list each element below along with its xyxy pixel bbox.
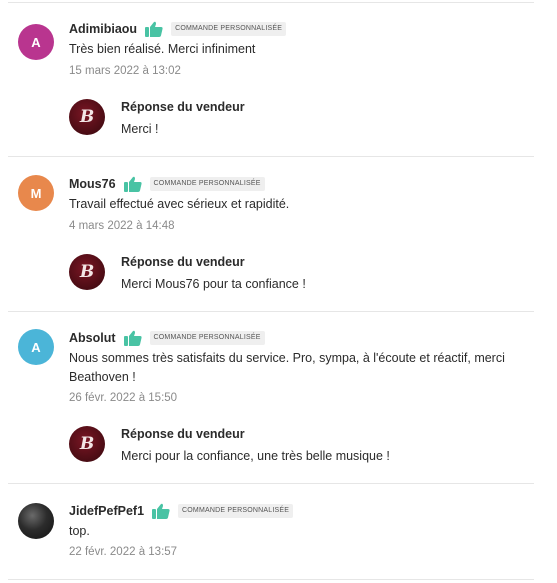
custom-order-badge: COMMANDE PERSONNALISÉE <box>171 22 287 36</box>
seller-logo[interactable]: B <box>69 99 105 135</box>
review-text: Très bien réalisé. Merci infiniment <box>69 42 256 56</box>
review-text: top. <box>69 524 90 538</box>
avatar[interactable]: M <box>18 175 54 211</box>
seller-logo-glyph: B <box>79 261 95 282</box>
reviews-list: A Adimibiaou COMMANDE PERSONNALISÉE Très… <box>0 0 557 583</box>
avatar[interactable]: A <box>18 24 54 60</box>
author-name[interactable]: Adimibiaou <box>69 22 137 36</box>
thumbs-up-icon <box>152 503 170 519</box>
seller-logo-glyph: B <box>79 433 95 454</box>
divider <box>8 2 534 3</box>
reply-title: Réponse du vendeur <box>121 100 245 114</box>
review-date: 26 févr. 2022 à 15:50 <box>69 392 178 404</box>
thumbs-up-icon <box>123 330 142 346</box>
author-name[interactable]: JidefPefPef1 <box>69 504 144 518</box>
seller-logo[interactable]: B <box>69 254 105 290</box>
divider <box>8 579 534 580</box>
review-date: 22 févr. 2022 à 13:57 <box>69 546 178 558</box>
avatar[interactable]: A <box>18 329 54 365</box>
author-name[interactable]: Mous76 <box>69 177 116 191</box>
custom-order-badge: COMMANDE PERSONNALISÉE <box>178 504 294 518</box>
seller-logo-glyph: B <box>79 106 95 127</box>
thumbs-up-icon <box>145 21 163 37</box>
reply-text: Merci ! <box>121 122 159 136</box>
review-date: 4 mars 2022 à 14:48 <box>69 220 175 232</box>
review-text: Travail effectué avec sérieux et rapidit… <box>69 197 290 211</box>
seller-logo[interactable]: B <box>69 426 105 462</box>
reply-text: Merci pour la confiance, une très belle … <box>121 449 390 463</box>
divider <box>8 311 534 312</box>
divider <box>8 156 534 157</box>
custom-order-badge: COMMANDE PERSONNALISÉE <box>149 331 265 345</box>
reply-title: Réponse du vendeur <box>121 255 245 269</box>
avatar[interactable] <box>18 503 54 539</box>
review-header: Absolut COMMANDE PERSONNALISÉE <box>69 329 265 347</box>
review-date: 15 mars 2022 à 13:02 <box>69 65 181 77</box>
reply-text: Merci Mous76 pour ta confiance ! <box>121 277 306 291</box>
thumbs-up-icon <box>123 176 142 192</box>
review-header: Mous76 COMMANDE PERSONNALISÉE <box>69 175 265 193</box>
author-name[interactable]: Absolut <box>69 331 116 345</box>
review-header: JidefPefPef1 COMMANDE PERSONNALISÉE <box>69 502 294 520</box>
review-text-line: Nous sommes très satisfaits du service. … <box>69 351 505 365</box>
reply-title: Réponse du vendeur <box>121 427 245 441</box>
review-text-line: Beathoven ! <box>69 370 136 384</box>
review-header: Adimibiaou COMMANDE PERSONNALISÉE <box>69 20 287 38</box>
divider <box>8 483 534 484</box>
custom-order-badge: COMMANDE PERSONNALISÉE <box>149 177 265 191</box>
